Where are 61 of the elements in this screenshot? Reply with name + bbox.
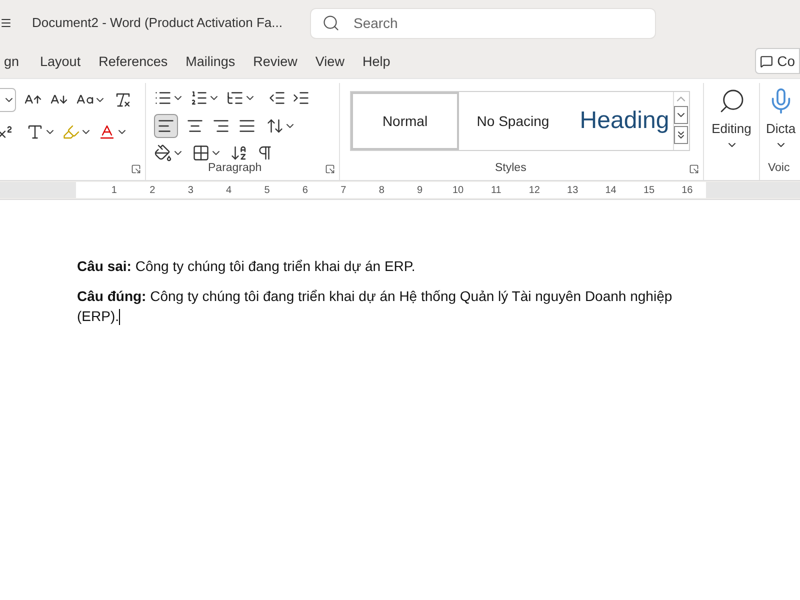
comments-button[interactable]: Co bbox=[755, 48, 800, 74]
sort-icon[interactable] bbox=[230, 144, 248, 162]
ruler-number: 15 bbox=[643, 184, 655, 198]
ruler-number: 13 bbox=[567, 184, 578, 198]
ribbon-tab[interactable]: References bbox=[90, 46, 177, 78]
superscript-icon[interactable] bbox=[0, 123, 14, 141]
ruler-number: 16 bbox=[682, 184, 693, 198]
menu-icon[interactable] bbox=[0, 17, 12, 29]
ruler-number: 2 bbox=[150, 184, 156, 198]
group-label: Styles bbox=[495, 160, 526, 176]
pilcrow-icon[interactable] bbox=[256, 144, 274, 162]
dictate-button[interactable]: Dicta bbox=[760, 83, 796, 150]
ribbon-tab[interactable]: Mailings bbox=[176, 46, 244, 78]
font-size-field[interactable] bbox=[0, 88, 16, 112]
clear-formatting-icon[interactable] bbox=[114, 91, 132, 109]
ribbon-tab[interactable]: Help bbox=[353, 46, 400, 78]
ruler-number: 9 bbox=[417, 184, 423, 198]
borders-icon[interactable] bbox=[192, 144, 210, 162]
align-center-icon[interactable] bbox=[186, 117, 204, 135]
numbering-icon[interactable] bbox=[190, 89, 208, 107]
style-item[interactable]: No Spacing bbox=[459, 92, 567, 150]
ruler-number: 8 bbox=[378, 184, 384, 198]
dialog-launcher-icon[interactable] bbox=[131, 164, 141, 174]
window-title: Document2 - Word (Product Activation Fa... bbox=[32, 14, 282, 32]
align-left-icon bbox=[157, 117, 175, 135]
style-item[interactable]: Heading bbox=[567, 92, 682, 150]
line-spacing-icon[interactable] bbox=[266, 117, 284, 135]
document-paragraph: Câu sai: Công ty chúng tôi đang triển khai dự án ERP. bbox=[77, 258, 416, 274]
ruler-number: 1 bbox=[111, 184, 117, 198]
document-paragraph: Câu đúng: Công ty chúng tôi đang triển khai dự án Hệ thống Quản lý Tài nguyên Doanh nghiệp (ERP). bbox=[77, 288, 672, 324]
multilevel-list-icon[interactable] bbox=[226, 89, 244, 107]
font-color-icon[interactable] bbox=[98, 123, 116, 141]
ruler-number: 11 bbox=[491, 184, 502, 198]
group-label: Voic bbox=[768, 160, 790, 176]
align-left-button[interactable] bbox=[154, 114, 178, 138]
group-label: Paragraph bbox=[208, 160, 262, 176]
increase-indent-icon[interactable] bbox=[292, 89, 310, 107]
align-right-icon[interactable] bbox=[212, 117, 230, 135]
comment-icon bbox=[760, 54, 774, 68]
justify-icon[interactable] bbox=[238, 117, 256, 135]
bullets-icon[interactable] bbox=[154, 89, 172, 107]
ribbon-tab[interactable]: Layout bbox=[31, 46, 90, 78]
ribbon-tab[interactable]: View bbox=[306, 46, 354, 78]
ribbon-tab[interactable]: gn bbox=[0, 46, 32, 78]
scroll-down-icon[interactable] bbox=[674, 106, 688, 124]
search-icon bbox=[322, 14, 340, 32]
dialog-launcher-icon[interactable] bbox=[325, 164, 335, 174]
decrease-indent-icon[interactable] bbox=[268, 89, 286, 107]
ruler-number: 6 bbox=[302, 184, 308, 198]
search-field[interactable]: Search bbox=[310, 8, 656, 38]
ruler-number: 14 bbox=[605, 184, 616, 198]
ruler-number: 3 bbox=[188, 184, 194, 198]
ruler-number: 7 bbox=[340, 184, 346, 198]
more-styles-icon[interactable] bbox=[674, 126, 688, 144]
ruler-number: 12 bbox=[528, 184, 540, 198]
dialog-launcher-icon[interactable] bbox=[689, 164, 699, 174]
style-item[interactable]: Normal bbox=[351, 92, 459, 150]
ribbon-tab[interactable]: Review bbox=[244, 46, 306, 78]
ruler-number: 10 bbox=[452, 184, 464, 198]
ruler-number: 5 bbox=[264, 184, 270, 198]
ruler-number: 4 bbox=[226, 184, 232, 198]
